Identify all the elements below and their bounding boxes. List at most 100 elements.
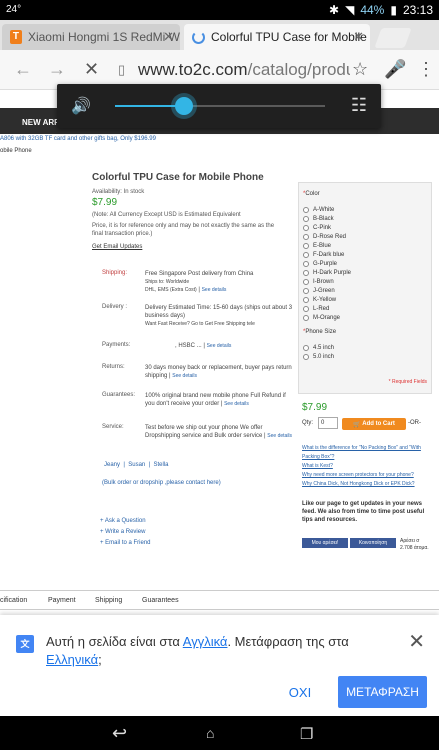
product-tabs: cification Payment Shipping Guarantees — [0, 590, 439, 610]
availability: Availability: In stock — [92, 189, 145, 195]
tab-payment[interactable]: Payment — [48, 597, 76, 604]
tab-specification[interactable]: cification — [0, 597, 27, 604]
recents-icon[interactable]: ❐ — [300, 725, 313, 743]
home-icon[interactable]: ⌂ — [206, 725, 214, 741]
translate-button[interactable]: ΜΕΤΑΦΡΑΣΗ — [338, 676, 427, 708]
url-host: www.to2c.com — [138, 60, 248, 79]
staff-links: Jeany | Susan | Stella — [104, 462, 169, 468]
write-review-link[interactable]: + Write a Review — [100, 527, 285, 538]
radio-button[interactable] — [303, 306, 309, 312]
close-tab-icon[interactable]: ✕ — [163, 29, 174, 45]
product-price: $7.99 — [92, 197, 118, 208]
color-option[interactable]: F-Dark blue — [303, 252, 344, 258]
color-option[interactable]: M-Orange — [303, 315, 340, 321]
url-bar[interactable]: www.to2c.com/catalog/product/vie — [138, 57, 350, 83]
radio-button[interactable] — [303, 297, 309, 303]
see-details-link[interactable]: See details — [202, 287, 227, 293]
color-option-label: H-Dark Purple — [313, 270, 352, 276]
radio-button[interactable] — [303, 261, 309, 267]
radio-button[interactable] — [303, 252, 309, 258]
radio-button[interactable] — [303, 354, 309, 360]
stop-icon[interactable]: ✕ — [84, 59, 99, 80]
screen-protectors-link[interactable]: Why need more screen protectors for your… — [302, 471, 432, 480]
color-option[interactable]: C-Pink — [303, 225, 331, 231]
ask-question-link[interactable]: + Ask a Question — [100, 516, 285, 527]
settings-sliders-icon[interactable]: ☷ — [351, 95, 367, 116]
loading-icon — [192, 30, 205, 44]
color-option[interactable]: B-Black — [303, 216, 334, 222]
color-option[interactable]: G-Purple — [303, 261, 337, 267]
options-panel: *Color A-White B-Black C-Pink D-Rose Red E-B… — [298, 182, 432, 394]
promo-text[interactable]: A806 with 32GB TF card and other gifts b… — [0, 136, 156, 142]
color-option-label: E-Blue — [313, 243, 332, 249]
color-option-label: L-Red — [313, 306, 330, 312]
volume-slider[interactable] — [115, 97, 325, 115]
color-option[interactable]: J-Green — [303, 288, 335, 294]
tab-colorful-case[interactable]: Colorful TPU Case for Mobile ✕ — [184, 24, 370, 50]
volume-knob[interactable] — [175, 97, 194, 115]
menu-icon[interactable]: ⋮ — [417, 59, 435, 80]
tab-xiaomi[interactable]: T Xiaomi Hongmi 1S RedMi W ✕ — [2, 24, 180, 50]
translate-icon: 文 — [16, 635, 34, 653]
product-info: Colorful TPU Case for Mobile Phone Avail… — [92, 164, 295, 584]
color-option[interactable]: E-Blue — [303, 243, 331, 249]
target-language-link[interactable]: Ελληνικά — [46, 652, 98, 667]
bluetooth-icon: ✱ — [329, 3, 340, 17]
new-tab-button[interactable] — [374, 28, 412, 48]
radio-button[interactable] — [303, 270, 309, 276]
color-option[interactable]: D-Rose Red — [303, 234, 346, 240]
bulk-contact-link[interactable]: (Bulk order or dropship ,please contact … — [102, 480, 287, 486]
breadcrumb: obile Phone — [0, 148, 32, 154]
back-icon[interactable]: ↩ — [112, 723, 127, 744]
url-path: /catalog/product/vie — [247, 60, 350, 79]
source-language-link[interactable]: Αγγλικά — [183, 634, 228, 649]
radio-button[interactable] — [303, 288, 309, 294]
color-option[interactable]: I-Brown — [303, 279, 334, 285]
no-button[interactable]: ΟΧΙ — [282, 677, 318, 707]
forward-arrow-icon[interactable]: → — [48, 59, 66, 80]
tab-shipping[interactable]: Shipping — [95, 597, 122, 604]
radio-button[interactable] — [303, 279, 309, 285]
color-option-label: D-Rose Red — [313, 234, 347, 240]
color-option[interactable]: H-Dark Purple — [303, 270, 351, 276]
fb-count: Αρέσει σ 2.708 άτομα. — [400, 538, 429, 551]
system-nav-bar: ↩ ⌂ ❐ — [0, 716, 439, 750]
close-icon[interactable]: ✕ — [408, 629, 425, 654]
radio-button[interactable] — [303, 207, 309, 213]
delivery-value: Delivery Estimated Time: 15-60 days (shi… — [145, 305, 293, 319]
packing-box-link[interactable]: What is the difference for "No Packing B… — [302, 444, 432, 462]
fb-share-button[interactable]: Κοινοποίηση — [350, 538, 396, 548]
close-tab-icon[interactable]: ✕ — [353, 29, 364, 45]
color-option[interactable]: K-Yellow — [303, 297, 336, 303]
radio-button[interactable] — [303, 315, 309, 321]
what-is-kest-link[interactable]: What is Kest? — [302, 462, 432, 471]
delivery-sub[interactable]: Want Fast Receive? Go to Get Free Shippi… — [145, 321, 255, 327]
radio-button[interactable] — [303, 216, 309, 222]
translate-infobar: 文 Αυτή η σελίδα είναι στα Αγγλικά. Μετάφ… — [0, 615, 439, 716]
back-arrow-icon[interactable]: ← — [14, 59, 32, 80]
size-option[interactable]: 4.5 inch — [303, 345, 334, 351]
microphone-icon[interactable]: 🎤 — [384, 59, 406, 80]
add-to-cart-button[interactable]: 🛒 Add to Cart — [342, 418, 406, 430]
bookmark-star-icon[interactable]: ☆ — [352, 59, 368, 80]
china-dick-link[interactable]: Why China Dick, Not Hongkong Dick or EPK… — [302, 480, 432, 489]
staff-stella[interactable]: Stella — [154, 462, 169, 468]
radio-button[interactable] — [303, 345, 309, 351]
color-option-label: B-Black — [313, 216, 334, 222]
email-friend-link[interactable]: + Email to a Friend — [100, 538, 285, 549]
email-updates-link[interactable]: Get Email Updates — [92, 244, 295, 250]
page-icon: ▯ — [118, 62, 126, 77]
color-option-label: C-Pink — [313, 225, 332, 231]
staff-jeany[interactable]: Jeany — [104, 462, 120, 468]
radio-button[interactable] — [303, 225, 309, 231]
fb-like-button[interactable]: Μου αρέσει! — [302, 538, 348, 548]
radio-button[interactable] — [303, 234, 309, 240]
tab-guarantees[interactable]: Guarantees — [142, 597, 179, 604]
see-details-link[interactable]: See details — [207, 343, 232, 349]
radio-button[interactable] — [303, 243, 309, 249]
size-option[interactable]: 5.0 inch — [303, 354, 334, 360]
qty-input[interactable]: 0 — [318, 417, 338, 429]
staff-susan[interactable]: Susan — [128, 462, 145, 468]
color-option[interactable]: A-White — [303, 207, 334, 213]
color-option[interactable]: L-Red — [303, 306, 329, 312]
